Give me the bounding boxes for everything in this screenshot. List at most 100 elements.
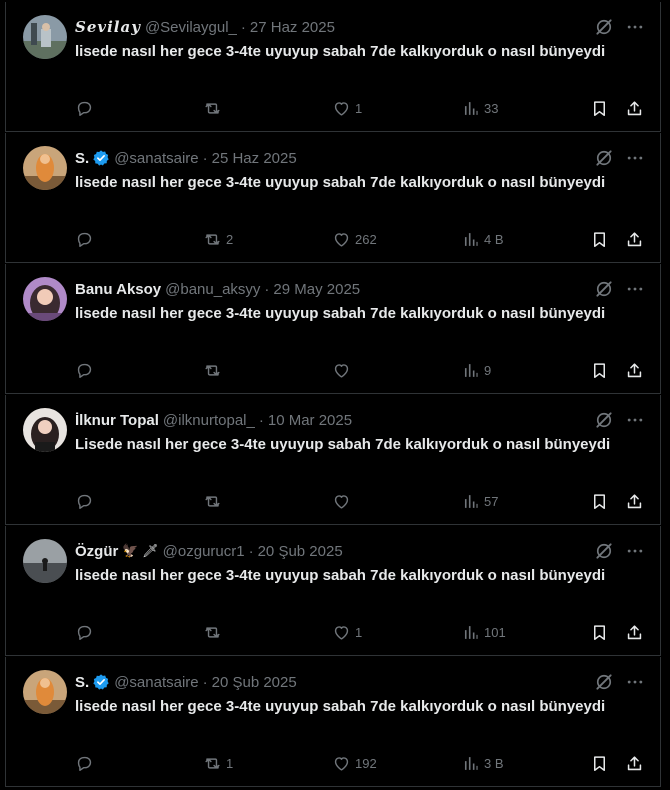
tweet-date[interactable]: 20 Şub 2025 xyxy=(212,674,297,691)
reply-button[interactable] xyxy=(75,620,98,644)
name-emoji: 🦅 🗡 xyxy=(122,543,159,558)
views-button[interactable]: 4 B xyxy=(461,227,504,251)
grok-icon[interactable] xyxy=(594,410,614,430)
avatar[interactable] xyxy=(23,146,67,190)
tweet[interactable]: İlknur Topal @ilknurtopal_ · 10 Mar 2025… xyxy=(5,395,661,525)
retweet-button[interactable] xyxy=(203,358,226,382)
share-icon xyxy=(625,754,644,773)
more-icon[interactable] xyxy=(625,541,645,561)
tweet-header: S. @sanatsaire · 20 Şub 2025 xyxy=(75,672,297,692)
share-button[interactable] xyxy=(625,751,644,775)
views-button[interactable]: 9 xyxy=(461,358,491,382)
more-icon[interactable] xyxy=(625,17,645,37)
reply-button[interactable] xyxy=(75,751,98,775)
share-button[interactable] xyxy=(625,96,644,120)
user-handle[interactable]: @Sevilaygul_ xyxy=(145,19,237,36)
bookmark-button[interactable] xyxy=(590,227,609,251)
more-icon[interactable] xyxy=(625,148,645,168)
views-chart-icon xyxy=(461,754,480,773)
bookmark-button[interactable] xyxy=(590,358,609,382)
bookmark-button[interactable] xyxy=(590,620,609,644)
views-button[interactable]: 33 xyxy=(461,96,498,120)
bookmark-button[interactable] xyxy=(590,751,609,775)
reply-button[interactable] xyxy=(75,358,98,382)
action-bar: 2 262 4 B xyxy=(75,227,645,251)
share-button[interactable] xyxy=(625,620,644,644)
grok-icon[interactable] xyxy=(594,17,614,37)
separator: · xyxy=(248,542,254,560)
more-icon[interactable] xyxy=(625,410,645,430)
share-icon xyxy=(625,361,644,380)
retweet-button[interactable] xyxy=(203,620,226,644)
user-handle[interactable]: @ilknurtopal_ xyxy=(163,412,255,429)
grok-icon[interactable] xyxy=(594,148,614,168)
reply-icon xyxy=(75,492,94,511)
views-button[interactable]: 101 xyxy=(461,620,506,644)
display-name[interactable]: İlknur Topal xyxy=(75,412,159,429)
heart-icon xyxy=(332,492,351,511)
avatar[interactable] xyxy=(23,408,67,452)
retweet-button[interactable] xyxy=(203,489,226,513)
share-icon xyxy=(625,492,644,511)
tweet-date[interactable]: 20 Şub 2025 xyxy=(258,543,343,560)
bookmark-button[interactable] xyxy=(590,489,609,513)
bookmark-icon xyxy=(590,361,609,380)
action-bar: 1 192 3 B xyxy=(75,751,645,775)
tweet-date[interactable]: 27 Haz 2025 xyxy=(250,19,335,36)
views-button[interactable]: 57 xyxy=(461,489,498,513)
action-bar: 9 xyxy=(75,358,645,382)
reply-icon xyxy=(75,754,94,773)
avatar[interactable] xyxy=(23,277,67,321)
tweet[interactable]: Özgür 🦅 🗡 @ozgurucr1 · 20 Şub 2025 lised… xyxy=(5,526,661,656)
display-name[interactable]: Özgür xyxy=(75,543,118,560)
more-icon[interactable] xyxy=(625,279,645,299)
display-name[interactable]: Banu Aksoy xyxy=(75,281,161,298)
user-handle[interactable]: @ozgurucr1 xyxy=(163,543,245,560)
retweet-button[interactable]: 2 xyxy=(203,227,233,251)
share-button[interactable] xyxy=(625,489,644,513)
bookmark-button[interactable] xyxy=(590,96,609,120)
retweet-button[interactable]: 1 xyxy=(203,751,233,775)
reply-button[interactable] xyxy=(75,227,98,251)
avatar[interactable] xyxy=(23,670,67,714)
grok-icon[interactable] xyxy=(594,541,614,561)
like-button[interactable]: 1 xyxy=(332,620,362,644)
user-handle[interactable]: @banu_aksyy xyxy=(165,281,260,298)
display-name[interactable]: 𝑺𝒆𝒗𝒊𝒍𝒂𝒚 xyxy=(75,18,141,36)
reply-button[interactable] xyxy=(75,489,98,513)
like-button[interactable]: 262 xyxy=(332,227,377,251)
bookmark-icon xyxy=(590,99,609,118)
grok-icon[interactable] xyxy=(594,279,614,299)
tweet[interactable]: Banu Aksoy @banu_aksyy · 29 May 2025 lis… xyxy=(5,264,661,394)
retweet-button[interactable] xyxy=(203,96,226,120)
display-name[interactable]: S. xyxy=(75,150,89,167)
tweet[interactable]: S. @sanatsaire · 25 Haz 2025 lisede nası… xyxy=(5,133,661,263)
display-name[interactable]: S. xyxy=(75,674,89,691)
share-icon xyxy=(625,99,644,118)
tweet[interactable]: 𝑺𝒆𝒗𝒊𝒍𝒂𝒚 @Sevilaygul_ · 27 Haz 2025 lised… xyxy=(5,2,661,132)
like-button[interactable] xyxy=(332,358,355,382)
avatar[interactable] xyxy=(23,15,67,59)
views-chart-icon xyxy=(461,361,480,380)
like-button[interactable] xyxy=(332,489,355,513)
tweet-date[interactable]: 25 Haz 2025 xyxy=(212,150,297,167)
verified-badge-icon xyxy=(92,149,110,167)
more-icon[interactable] xyxy=(625,672,645,692)
share-button[interactable] xyxy=(625,358,644,382)
tweet-date[interactable]: 29 May 2025 xyxy=(273,281,360,298)
bookmark-icon xyxy=(590,230,609,249)
avatar[interactable] xyxy=(23,539,67,583)
like-button[interactable]: 192 xyxy=(332,751,377,775)
share-button[interactable] xyxy=(625,227,644,251)
tweet-date[interactable]: 10 Mar 2025 xyxy=(268,412,352,429)
reply-icon xyxy=(75,361,94,380)
user-handle[interactable]: @sanatsaire xyxy=(114,674,198,691)
tweet[interactable]: S. @sanatsaire · 20 Şub 2025 lisede nası… xyxy=(5,657,661,787)
separator: · xyxy=(202,149,208,167)
user-handle[interactable]: @sanatsaire xyxy=(114,150,198,167)
reply-button[interactable] xyxy=(75,96,98,120)
grok-icon[interactable] xyxy=(594,672,614,692)
views-button[interactable]: 3 B xyxy=(461,751,504,775)
view-count: 3 B xyxy=(484,755,504,771)
like-button[interactable]: 1 xyxy=(332,96,362,120)
